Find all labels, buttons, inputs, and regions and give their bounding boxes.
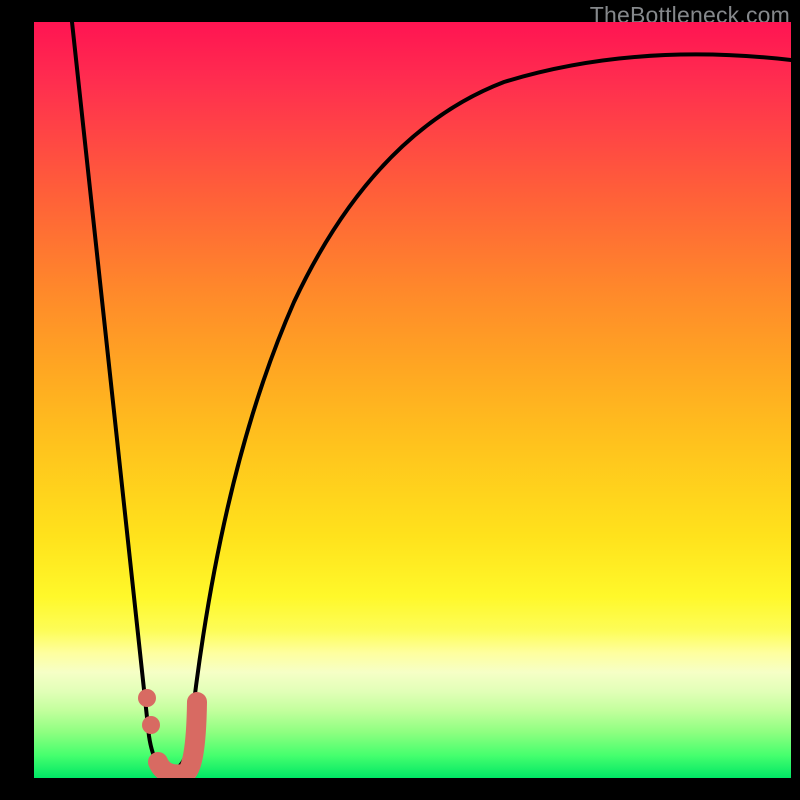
curve-right-branch	[190, 54, 791, 736]
plot-area	[34, 22, 791, 778]
marker-dot-upper	[138, 689, 156, 707]
marker-dot-lower	[142, 716, 160, 734]
curve-left-branch	[72, 22, 190, 770]
chart-svg	[34, 22, 791, 778]
chart-frame: TheBottleneck.com	[0, 0, 800, 800]
marker-j-stroke	[158, 702, 197, 775]
